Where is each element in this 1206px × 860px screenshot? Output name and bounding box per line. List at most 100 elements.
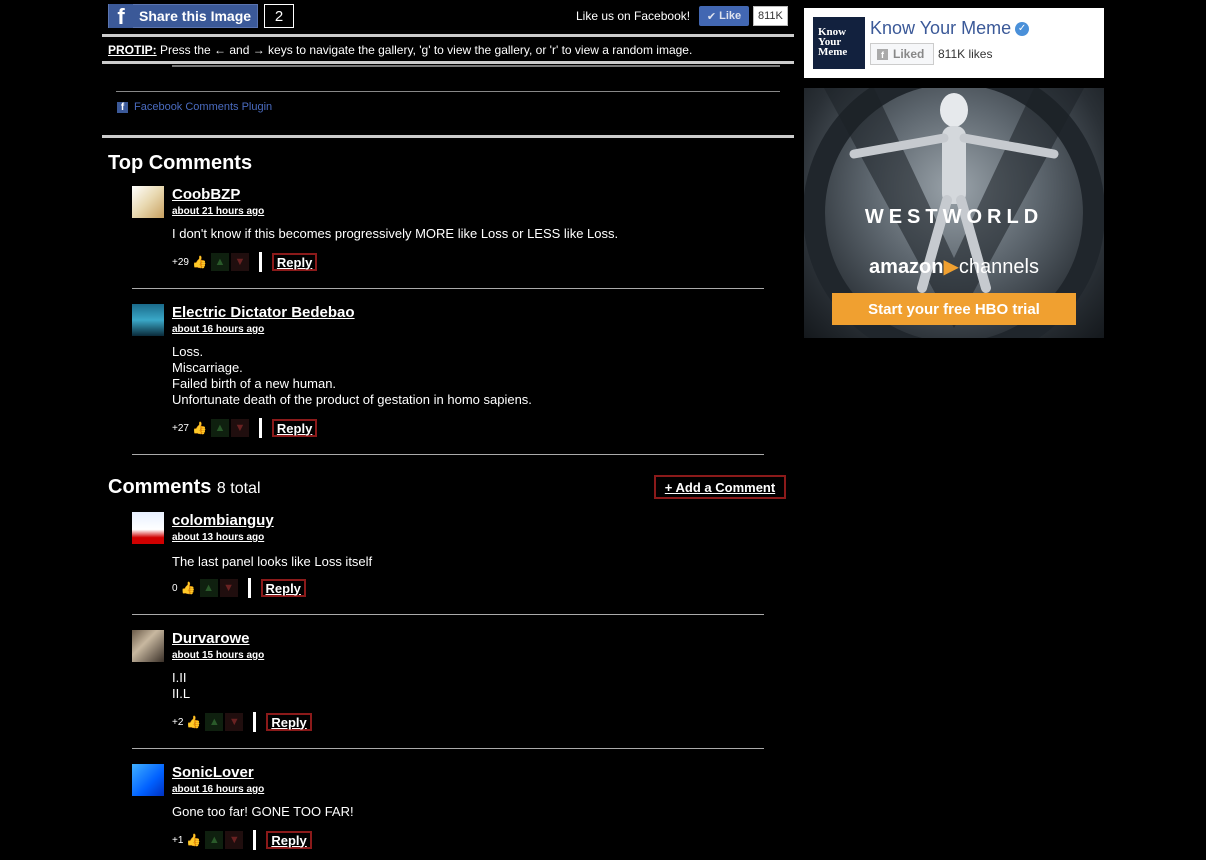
comment-body: Gone too far! GONE TOO FAR!: [172, 804, 354, 820]
divider: [132, 748, 764, 749]
facebook-page-widget: Know Your Meme Know Your Meme ✓ f Liked …: [804, 8, 1104, 78]
comment-actions: 0 👍 ▲ ▼ Reply: [172, 578, 306, 598]
avatar[interactable]: [132, 512, 164, 544]
add-comment-button[interactable]: + Add a Comment: [654, 475, 786, 499]
comment: Durvarowe about 15 hours ago I.II II.L +…: [132, 630, 764, 749]
main-column: f Share this Image 2 Like us on Facebook…: [102, 0, 794, 860]
facebook-like-button[interactable]: ✔ Like: [699, 6, 749, 26]
comment-timestamp[interactable]: about 21 hours ago: [172, 206, 264, 217]
comment-username[interactable]: Electric Dictator Bedebao: [172, 304, 355, 321]
facebook-comments-plugin-link[interactable]: f Facebook Comments Plugin: [117, 101, 272, 113]
reply-button[interactable]: Reply: [266, 831, 312, 849]
comment: colombianguy about 13 hours ago The last…: [132, 512, 764, 615]
ad-brand: amazon▶channels: [804, 254, 1104, 279]
divider: [132, 614, 764, 615]
ad-brand-name: amazon: [869, 256, 944, 278]
separator: [253, 830, 257, 850]
protip: PROTIP: Press the ← and → keys to naviga…: [108, 43, 692, 57]
thumbs-up-icon: 👍: [191, 421, 207, 435]
comment-line: Gone too far! GONE TOO FAR!: [172, 804, 354, 819]
like-count: 811K: [753, 6, 788, 26]
comments-heading: Comments 8 total: [108, 476, 261, 499]
reply-button[interactable]: Reply: [266, 713, 312, 731]
ad-title: WESTWORLD: [864, 206, 1044, 228]
comment: SonicLover about 16 hours ago Gone too f…: [132, 764, 764, 860]
comment-actions: +29 👍 ▲ ▼ Reply: [172, 252, 318, 272]
reply-button[interactable]: Reply: [260, 579, 306, 597]
comment-line: Miscarriage.: [172, 360, 243, 375]
avatar[interactable]: [132, 304, 164, 336]
comment-score: 0: [172, 582, 178, 594]
thumbs-up-icon: 👍: [186, 833, 202, 847]
downvote-button[interactable]: ▼: [230, 419, 249, 437]
comment-username[interactable]: CoobBZP: [172, 186, 240, 203]
comments-total: 8 total: [216, 480, 261, 497]
comment-line: I don't know if this becomes progressive…: [172, 226, 619, 241]
divider: [132, 454, 764, 455]
comment-line: Loss.: [172, 344, 204, 359]
comment-line: I.II: [172, 670, 187, 685]
comment-actions: +1 👍 ▲ ▼ Reply: [172, 830, 312, 850]
reply-button[interactable]: Reply: [271, 253, 318, 271]
comment-timestamp[interactable]: about 16 hours ago: [172, 324, 264, 335]
comment-username[interactable]: SonicLover: [172, 764, 254, 781]
comment-username[interactable]: Durvarowe: [172, 630, 250, 647]
upvote-button[interactable]: ▲: [205, 713, 224, 731]
kym-logo[interactable]: Know Your Meme: [813, 17, 865, 69]
page-name: Know Your Meme: [870, 18, 1012, 38]
comment-timestamp[interactable]: about 13 hours ago: [172, 532, 264, 543]
page-name-link[interactable]: Know Your Meme ✓: [870, 18, 1030, 39]
downvote-button[interactable]: ▼: [225, 831, 244, 849]
downvote-button[interactable]: ▼: [230, 253, 249, 271]
comment-body: The last panel looks like Loss itself: [172, 554, 372, 570]
comment-body: I don't know if this becomes progressive…: [172, 226, 618, 242]
upvote-button[interactable]: ▲: [205, 831, 224, 849]
avatar[interactable]: [132, 630, 164, 662]
check-icon: ✔: [706, 10, 717, 23]
comment-score: +27: [172, 422, 189, 434]
facebook-icon: f: [877, 48, 888, 60]
comment-timestamp[interactable]: about 16 hours ago: [172, 784, 264, 795]
upvote-button[interactable]: ▲: [199, 579, 218, 597]
liked-button[interactable]: f Liked: [870, 43, 934, 65]
likes-count: 811K likes: [938, 47, 993, 61]
avatar[interactable]: [132, 186, 164, 218]
share-count: 2: [264, 4, 294, 28]
share-image-button[interactable]: f Share this Image: [108, 4, 258, 28]
top-comments-heading: Top Comments: [108, 152, 253, 174]
comment-body: I.II II.L: [172, 670, 190, 702]
comment-username[interactable]: colombianguy: [172, 512, 274, 529]
downvote-button[interactable]: ▼: [225, 713, 244, 731]
comment-score: +1: [172, 834, 184, 846]
comment-actions: +2 👍 ▲ ▼ Reply: [172, 712, 312, 732]
separator: [247, 578, 251, 598]
divider: [102, 61, 794, 64]
comment-timestamp[interactable]: about 15 hours ago: [172, 650, 264, 661]
like-label: Like: [719, 10, 742, 22]
downvote-button[interactable]: ▼: [219, 579, 238, 597]
thumbs-up-icon: 👍: [191, 255, 207, 269]
comments-title: Comments: [108, 476, 212, 498]
separator: [258, 418, 262, 438]
ad-brand-suffix: channels: [958, 256, 1039, 278]
thumbs-up-icon: 👍: [180, 581, 196, 595]
divider: [172, 65, 780, 67]
divider: [116, 91, 780, 92]
like-us-text: Like us on Facebook!: [576, 9, 691, 23]
facebook-icon: f: [109, 4, 133, 28]
protip-label: PROTIP:: [108, 43, 157, 57]
avatar[interactable]: [132, 764, 164, 796]
upvote-button[interactable]: ▲: [210, 253, 229, 271]
westworld-ad[interactable]: WESTWORLD amazon▶channels Start your fre…: [804, 88, 1104, 338]
fb-plugin-label: Facebook Comments Plugin: [134, 101, 273, 113]
comment-line: Unfortunate death of the product of gest…: [172, 392, 532, 407]
comment-line: II.L: [172, 686, 191, 701]
comment: Electric Dictator Bedebao about 16 hours…: [132, 304, 764, 455]
liked-label: Liked: [893, 47, 925, 61]
comment-line: Failed birth of a new human.: [172, 376, 337, 391]
upvote-button[interactable]: ▲: [210, 419, 229, 437]
ad-cta-button[interactable]: Start your free HBO trial: [832, 293, 1076, 325]
reply-button[interactable]: Reply: [271, 419, 318, 437]
share-button-label: Share this Image: [139, 8, 252, 24]
protip-text: Press the ← and → keys to navigate the g…: [156, 43, 693, 57]
